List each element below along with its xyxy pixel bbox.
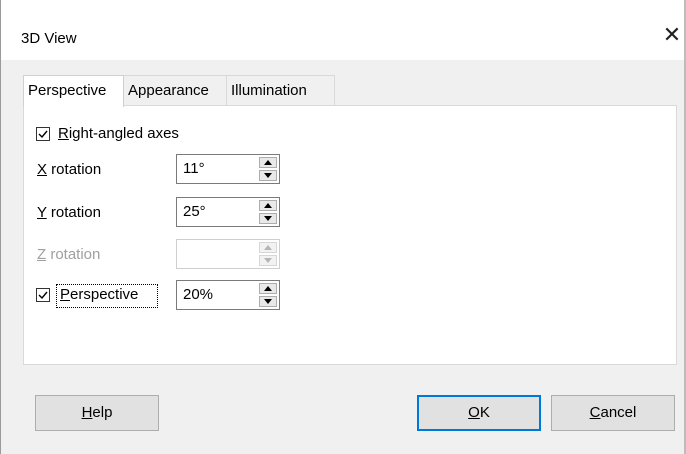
tab-label: Perspective — [28, 82, 107, 99]
checkmark-icon — [38, 291, 48, 300]
x-rotation-label: X rotation — [37, 161, 102, 178]
y-rotation-value[interactable]: 25° — [183, 198, 206, 226]
spin-up-icon[interactable] — [259, 283, 277, 294]
right-angled-axes-row[interactable]: Right-angled axes — [36, 121, 286, 147]
spin-down-icon — [259, 255, 277, 266]
z-rotation-label: Z rotation — [37, 246, 101, 263]
3d-view-dialog: 3D View ✕ Perspective Appearance Illumin… — [0, 0, 686, 454]
title-bar: 3D View ✕ — [0, 0, 686, 60]
tab-illumination[interactable]: Illumination — [226, 75, 335, 106]
perspective-label: Perspective — [60, 286, 139, 303]
spin-down-icon[interactable] — [259, 170, 277, 181]
spin-buttons — [259, 242, 277, 266]
perspective-panel: Right-angled axes X rotation 11° Y rotat… — [23, 105, 677, 365]
tab-perspective[interactable]: Perspective — [23, 75, 124, 107]
perspective-value[interactable]: 20% — [183, 281, 213, 309]
ok-button[interactable]: OK — [417, 395, 541, 431]
tab-label: Appearance — [128, 82, 209, 99]
x-rotation-spinbox[interactable]: 11° — [176, 154, 280, 184]
dialog-title: 3D View — [21, 30, 77, 47]
z-rotation-spinbox — [176, 239, 280, 269]
help-button[interactable]: Help — [35, 395, 159, 431]
tab-label: Illumination — [231, 82, 307, 99]
window-border-left — [0, 0, 1, 454]
x-rotation-value[interactable]: 11° — [183, 155, 205, 183]
spin-buttons — [259, 283, 277, 307]
spin-down-icon[interactable] — [259, 213, 277, 224]
spin-buttons — [259, 200, 277, 224]
right-angled-axes-label: Right-angled axes — [58, 125, 179, 142]
spin-buttons — [259, 157, 277, 181]
spin-up-icon[interactable] — [259, 157, 277, 168]
right-angled-axes-checkbox[interactable] — [36, 127, 50, 141]
spin-up-icon[interactable] — [259, 200, 277, 211]
perspective-spinbox[interactable]: 20% — [176, 280, 280, 310]
tab-appearance[interactable]: Appearance — [123, 75, 227, 106]
y-rotation-spinbox[interactable]: 25° — [176, 197, 280, 227]
perspective-row[interactable]: Perspective — [36, 282, 166, 308]
y-rotation-label: Y rotation — [37, 204, 101, 221]
checkmark-icon — [38, 130, 48, 139]
spin-up-icon — [259, 242, 277, 253]
perspective-checkbox[interactable] — [36, 288, 50, 302]
cancel-button[interactable]: Cancel — [551, 395, 675, 431]
close-icon[interactable]: ✕ — [660, 24, 684, 48]
spin-down-icon[interactable] — [259, 296, 277, 307]
